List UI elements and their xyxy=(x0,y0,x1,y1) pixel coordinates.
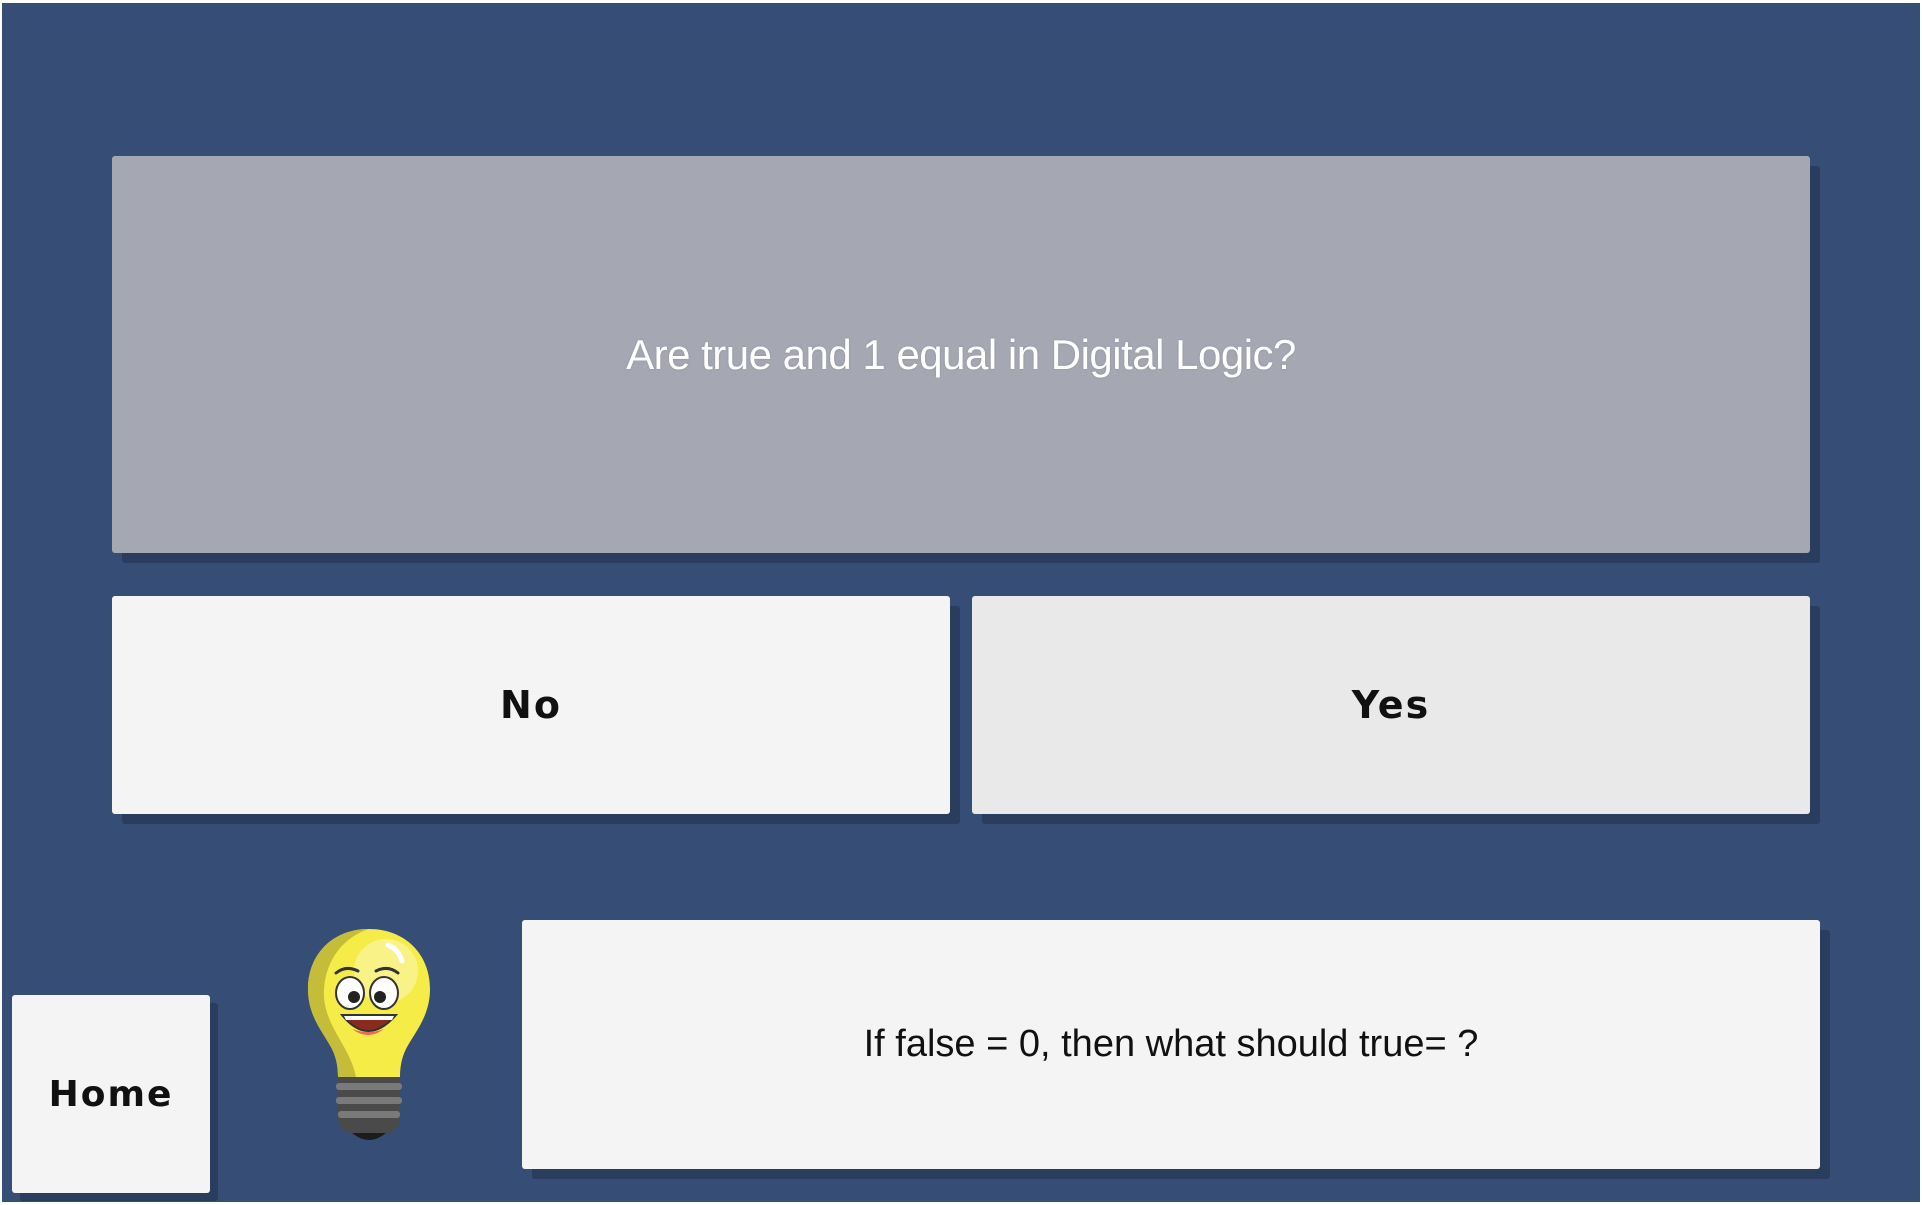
question-card: Are true and 1 equal in Digital Logic? xyxy=(112,156,1810,553)
home-label: Home xyxy=(48,1073,174,1115)
hint-text: If false = 0, then what should true= ? xyxy=(863,1023,1479,1065)
question-text: Are true and 1 equal in Digital Logic? xyxy=(626,330,1296,378)
quiz-screen: Are true and 1 equal in Digital Logic? N… xyxy=(2,3,1920,1202)
answer-button-no[interactable]: No xyxy=(112,596,950,814)
hint-card: If false = 0, then what should true= ? xyxy=(522,920,1820,1169)
lightbulb-mascot-icon xyxy=(300,925,438,1147)
answer-label-yes: Yes xyxy=(1351,683,1431,727)
answer-button-yes[interactable]: Yes xyxy=(972,596,1810,814)
answer-label-no: No xyxy=(500,683,562,727)
home-button[interactable]: Home xyxy=(12,995,210,1193)
